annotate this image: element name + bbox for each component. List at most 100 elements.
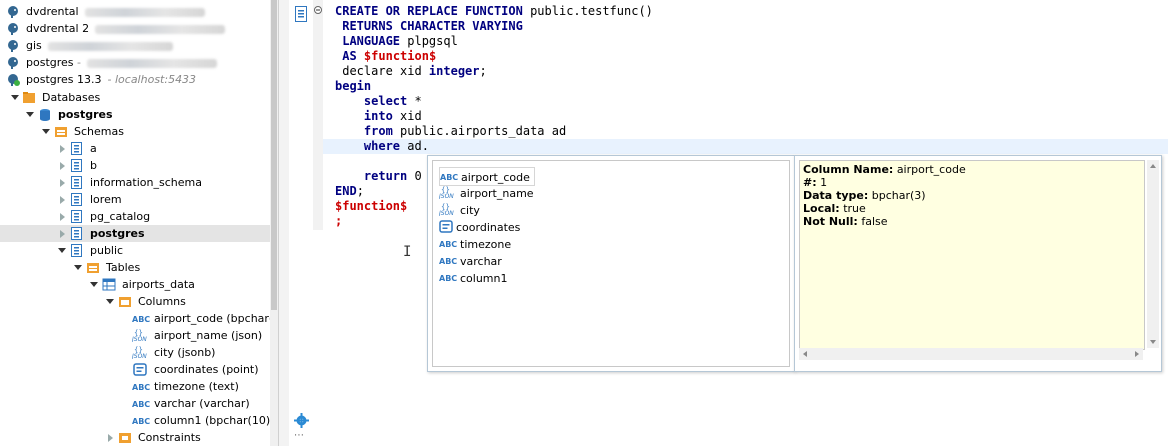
- autocomplete-item-timezone[interactable]: ABC timezone: [439, 235, 511, 252]
- code-line[interactable]: into xid: [335, 109, 422, 124]
- code-line[interactable]: ;: [335, 214, 342, 229]
- connection-postgres[interactable]: postgres -: [0, 54, 270, 71]
- expand-arrow-icon[interactable]: [58, 248, 66, 253]
- tree-column-airport-name[interactable]: {} JSON airport_name (json): [0, 327, 270, 344]
- svg-text:ABC: ABC: [132, 400, 150, 409]
- tree-label: timezone (text): [154, 380, 239, 393]
- columns-folder-icon: [119, 297, 131, 307]
- tree-label: airports_data: [122, 278, 195, 291]
- tree-label: coordinates (point): [154, 363, 259, 376]
- code-line[interactable]: from public.airports_data ad: [335, 124, 566, 139]
- autocomplete-item-varchar[interactable]: ABC varchar: [439, 252, 502, 269]
- connection-gis[interactable]: gis: [0, 37, 270, 54]
- navigator-scrollbar[interactable]: [270, 0, 278, 446]
- expand-arrow-icon[interactable]: [26, 112, 34, 117]
- geometry-icon: [439, 220, 453, 233]
- tree-label: Constraints: [138, 431, 201, 444]
- tree-column-varchar[interactable]: ABC varchar (varchar): [0, 395, 270, 412]
- code-line[interactable]: RETURNS CHARACTER VARYING: [335, 19, 523, 34]
- code-line[interactable]: where ad.: [335, 139, 429, 154]
- collapse-arrow-icon[interactable]: [60, 213, 65, 221]
- schema-icon: [71, 176, 82, 189]
- connection-dvdrental-2[interactable]: dvdrental 2: [0, 20, 270, 37]
- autocomplete-item-coordinates[interactable]: coordinates: [439, 218, 520, 235]
- tree-column-column1[interactable]: ABC column1 (bpchar(10)): [0, 412, 274, 429]
- tree-schema-public[interactable]: public: [0, 242, 270, 259]
- expand-arrow-icon[interactable]: [11, 95, 19, 100]
- code-line[interactable]: END;: [335, 184, 364, 199]
- more-dots-icon[interactable]: ⋯: [294, 430, 305, 441]
- expand-arrow-icon[interactable]: [74, 265, 82, 270]
- tree-schema-information-schema[interactable]: information_schema: [0, 174, 270, 191]
- collapse-arrow-icon[interactable]: [60, 179, 65, 187]
- tree-label: city (jsonb): [154, 346, 216, 359]
- sql-text: ;: [479, 64, 487, 78]
- tree-schema-a[interactable]: a: [0, 140, 270, 157]
- details-vertical-scrollbar[interactable]: [1147, 160, 1159, 348]
- autocomplete-item-airport-name[interactable]: {} JSON airport_name: [439, 184, 534, 201]
- tree-column-timezone[interactable]: ABC timezone (text): [0, 378, 270, 395]
- fold-minus-icon[interactable]: [314, 6, 322, 14]
- autocomplete-item-city[interactable]: {} JSON city: [439, 201, 480, 218]
- tree-schema-postgres[interactable]: postgres: [0, 225, 270, 242]
- tree-schema-pg-catalog[interactable]: pg_catalog: [0, 208, 270, 225]
- collapse-arrow-icon[interactable]: [60, 196, 65, 204]
- scroll-up-icon[interactable]: [1150, 164, 1156, 168]
- code-line[interactable]: LANGUAGE plpgsql: [335, 34, 458, 49]
- code-line[interactable]: select *: [335, 94, 422, 109]
- sql-keyword: where: [363, 139, 401, 153]
- scroll-left-icon[interactable]: [803, 351, 807, 357]
- tree-label: Databases: [42, 91, 101, 104]
- scrollbar-thumb[interactable]: [271, 0, 277, 310]
- code-line[interactable]: begin: [335, 79, 371, 94]
- sql-text: public.airports_data ad: [392, 124, 567, 138]
- code-line[interactable]: declare xid integer;: [335, 64, 487, 79]
- gear-icon[interactable]: [294, 413, 309, 428]
- tree-column-airport-code[interactable]: ABC airport_code (bpchar(3): [0, 310, 278, 327]
- collapse-arrow-icon[interactable]: [60, 162, 65, 170]
- expand-arrow-icon[interactable]: [90, 282, 98, 287]
- sql-script-icon[interactable]: [295, 6, 307, 22]
- tree-schemas[interactable]: Schemas: [0, 123, 270, 140]
- scroll-down-icon[interactable]: [1150, 340, 1156, 344]
- autocomplete-label: timezone: [460, 238, 512, 251]
- autocomplete-item-column1[interactable]: ABC column1: [439, 269, 508, 286]
- tree-column-city[interactable]: {} JSON city (jsonb): [0, 344, 270, 361]
- tree-constraints[interactable]: Constraints: [0, 429, 270, 446]
- tables-folder-icon: [87, 263, 99, 273]
- tree-schema-b[interactable]: b: [0, 157, 270, 174]
- code-line[interactable]: CREATE OR REPLACE FUNCTION public.testfu…: [335, 4, 653, 19]
- scroll-right-icon[interactable]: [1135, 351, 1139, 357]
- detail-local: Local: true: [803, 202, 866, 215]
- collapse-arrow-icon[interactable]: [60, 230, 65, 238]
- sql-keyword: integer: [428, 64, 480, 78]
- expand-arrow-icon[interactable]: [106, 299, 114, 304]
- collapse-arrow-icon[interactable]: [108, 434, 113, 442]
- expand-arrow-icon[interactable]: [42, 129, 50, 134]
- sql-text: declare xid: [335, 64, 429, 78]
- code-line[interactable]: AS $function$: [335, 49, 436, 64]
- tree-column-coordinates[interactable]: coordinates (point): [0, 361, 270, 378]
- connection-postgres-13-3[interactable]: postgres 13.3 - localhost:5433: [0, 71, 270, 88]
- tree-table-airports-data[interactable]: airports_data: [0, 276, 270, 293]
- connection-dvdrental[interactable]: dvdrental: [0, 3, 270, 20]
- autocomplete-details-popup: Column Name: airport_code #: 1 Data type…: [794, 155, 1162, 372]
- tree-database-postgres[interactable]: postgres: [0, 106, 270, 123]
- sql-keyword: into: [363, 109, 393, 123]
- code-line[interactable]: return 0: [335, 169, 422, 184]
- code-line[interactable]: $function$: [335, 199, 407, 214]
- connection-name: postgres: [26, 56, 74, 69]
- tree-tables[interactable]: Tables: [0, 259, 270, 276]
- abc-icon: ABC: [439, 274, 457, 283]
- tree-databases[interactable]: Databases: [0, 89, 270, 106]
- tree-columns[interactable]: Columns: [0, 293, 270, 310]
- tree-schema-lorem[interactable]: lorem: [0, 191, 270, 208]
- details-horizontal-scrollbar[interactable]: [799, 348, 1143, 360]
- collapse-arrow-icon[interactable]: [60, 145, 65, 153]
- sql-text: ad.: [400, 139, 429, 153]
